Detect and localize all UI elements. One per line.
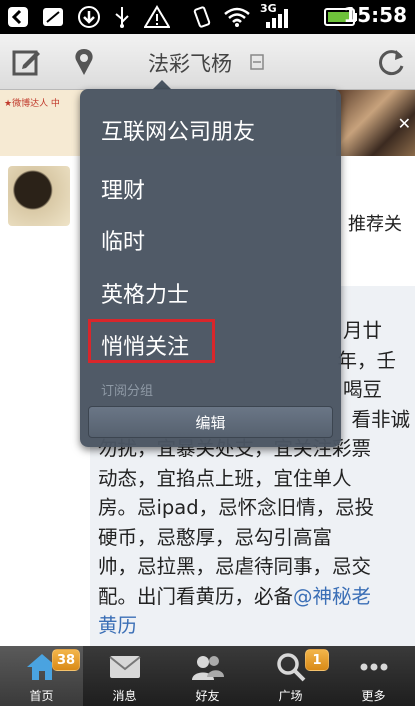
tab-label: 更多 (361, 689, 386, 703)
clock: 15:58 (343, 3, 407, 27)
friends-icon (190, 652, 226, 682)
edit-button[interactable]: 编辑 (88, 406, 333, 438)
tab-label: 消息 (112, 689, 137, 703)
banner-text: ★微博达人 中 (4, 99, 60, 109)
usb-icon (110, 5, 134, 29)
tab-friends[interactable]: 好友 (166, 646, 249, 706)
refresh-icon[interactable] (374, 44, 410, 80)
warning-icon (143, 5, 171, 29)
magnifier-icon (273, 652, 309, 682)
tab-label: 广场 (278, 689, 303, 703)
tab-home[interactable]: 38 首页 (0, 646, 83, 706)
page-title[interactable]: 法彩飞杨 (148, 48, 232, 78)
post-line: 动态，宜掐点上班，宜住单人 (98, 466, 352, 490)
bottom-tab-bar: 38 首页 消息 好友 1 广场 更多 (0, 646, 415, 706)
menu-item-group[interactable]: 互联网公司朋友 (101, 114, 255, 146)
menu-item-secret-follow[interactable]: 悄悄关注 (101, 329, 189, 361)
back-arrow-icon (6, 5, 30, 29)
mention-link[interactable]: @神秘老 (293, 585, 371, 608)
vibrate-icon (190, 5, 214, 29)
subscription-group-label: 订阅分组 (101, 384, 154, 399)
tab-label: 好友 (195, 689, 220, 703)
post-line: 配。出门看黄历，必备@神秘老 (98, 584, 372, 608)
dropdown-indicator-icon (247, 48, 267, 76)
home-badge: 38 (52, 649, 81, 671)
location-pin-icon[interactable] (66, 44, 102, 80)
cell-signal-icon (262, 5, 292, 29)
tab-messages[interactable]: 消息 (83, 646, 166, 706)
group-dropdown-menu: 互联网公司朋友 理财 临时 英格力士 悄悄关注 订阅分组 编辑 (80, 89, 341, 447)
post-line: 帅，忌拉黑，忌虐待同事，忌交 (98, 555, 372, 578)
plaza-badge: 1 (305, 649, 329, 671)
recommend-label[interactable]: 推荐关 (348, 210, 402, 236)
mention-link-cont[interactable]: 黄历 (98, 611, 410, 641)
menu-item-group[interactable]: 理财 (101, 173, 145, 205)
tab-plaza[interactable]: 1 广场 (249, 646, 332, 706)
more-dots-icon (356, 652, 392, 682)
tab-label: 首页 (29, 689, 54, 703)
status-bar: 3G 15:58 (0, 0, 415, 34)
signal-off-icon (40, 5, 66, 29)
download-icon (76, 5, 102, 29)
compose-icon[interactable] (8, 44, 44, 80)
tab-more[interactable]: 更多 (332, 646, 415, 706)
menu-item-group[interactable]: 临时 (101, 224, 145, 256)
wifi-icon (223, 5, 251, 29)
post-line: 房。忌ipad，忌怀念旧情，忌投 (98, 496, 375, 519)
close-icon[interactable]: ✕ (398, 114, 411, 133)
avatar[interactable] (8, 166, 70, 226)
title-bar: 法彩飞杨 (0, 34, 415, 90)
menu-item-group[interactable]: 英格力士 (101, 277, 189, 309)
post-line: 硬币，忌憨厚，忌勾引高富 (98, 525, 333, 549)
envelope-icon (107, 652, 143, 682)
